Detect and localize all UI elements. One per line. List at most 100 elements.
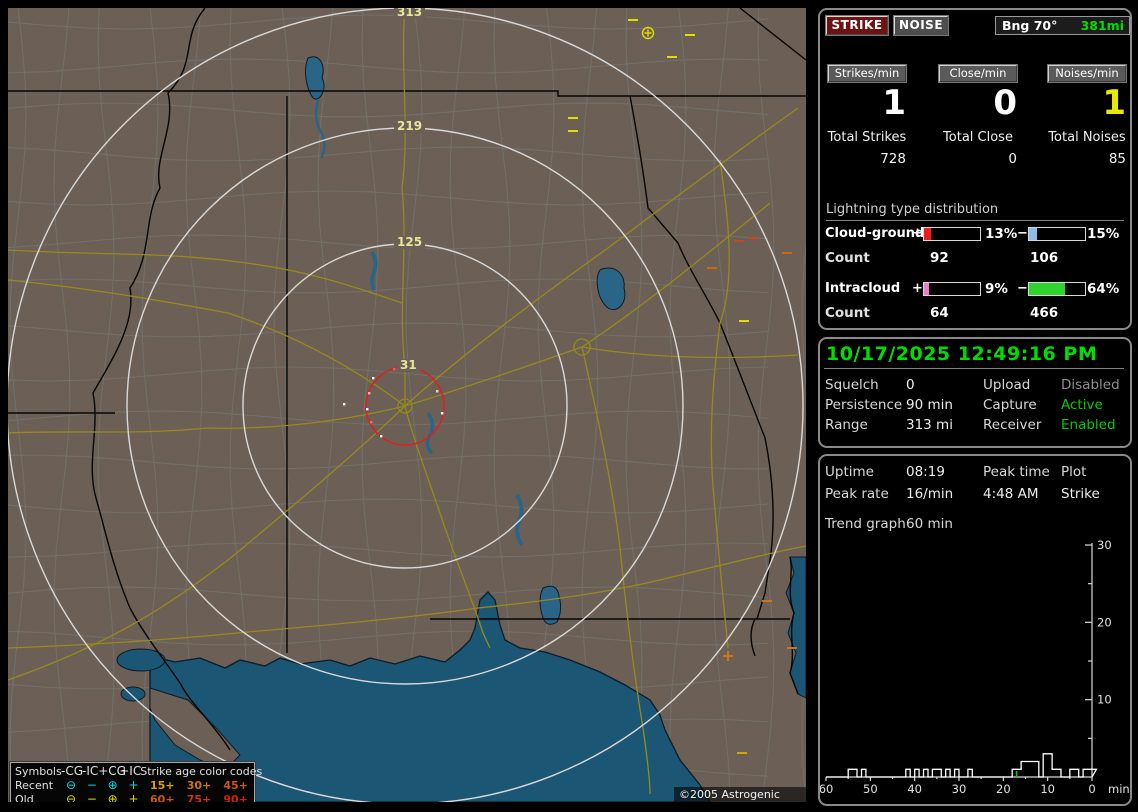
legend-old-row: Old ⊖ − ⊕ + 60+ 75+ 90+ <box>15 793 254 802</box>
neg-ic-percent: 64% <box>1087 281 1119 297</box>
capture-status: Active <box>1061 397 1103 413</box>
receiver-label: Receiver <box>983 417 1041 433</box>
noises-per-min-value: 1 <box>1048 86 1126 120</box>
minus-sign: − <box>1017 226 1028 241</box>
pos-ic-bar <box>923 282 981 296</box>
map-legend: Symbols -CG -IC +CG +IC Strike age color… <box>10 762 255 802</box>
circle-plus-icon: ⊕ <box>102 793 123 802</box>
circle-minus-icon: ⊖ <box>61 779 82 793</box>
strike-stats-panel: STRIKE NOISE Bng 70° 381mi Strikes/min C… <box>818 8 1132 330</box>
neg-ic-count: 466 <box>1030 305 1058 321</box>
ic-count-label: Count <box>825 305 870 321</box>
uptime-value: 08:19 <box>906 464 945 480</box>
lightning-map[interactable]: 313 219 125 31 Symbols -CG -IC +CG +IC S… <box>8 8 806 802</box>
trend-graph-window: 60 min <box>906 516 953 532</box>
app-window: { "header": { "strike_btn": "STRIKE", "n… <box>0 0 1138 812</box>
squelch-label: Squelch <box>825 377 879 393</box>
strikes-per-min-button[interactable]: Strikes/min <box>828 65 906 82</box>
total-close-label: Total Close <box>933 130 1023 145</box>
legend-age-title: Strike age color codes <box>140 765 258 779</box>
legend-header-row: Symbols -CG -IC +CG +IC Strike age color… <box>15 765 254 779</box>
squelch-value: 0 <box>906 377 915 393</box>
pos-cg-percent: 13% <box>985 226 1017 242</box>
peak-rate-label: Peak rate <box>825 486 889 502</box>
age-15: 15+ <box>144 779 181 793</box>
session-panel: Uptime 08:19 Peak time Plot Peak rate 16… <box>818 454 1132 806</box>
minus-icon: − <box>81 779 102 793</box>
legend-old-label: Old <box>15 793 61 802</box>
svg-text:30: 30 <box>952 782 967 796</box>
neg-cg-count: 106 <box>1030 250 1058 266</box>
cg-count-label: Count <box>825 250 870 266</box>
pos-cg-count: 92 <box>930 250 949 266</box>
peak-time-label: Peak time <box>983 464 1050 480</box>
upload-label: Upload <box>983 377 1030 393</box>
bearing-value: Bng 70° <box>1002 17 1057 34</box>
total-strikes-label: Total Strikes <box>822 130 912 145</box>
cloud-ground-label: Cloud-ground <box>825 226 924 241</box>
close-per-min-value: 0 <box>939 86 1017 120</box>
age-45: 45+ <box>217 779 254 793</box>
age-30: 30+ <box>181 779 218 793</box>
distribution-heading: Lightning type distribution <box>826 202 1124 221</box>
pos-ic-percent: 9% <box>985 281 1008 297</box>
legend-col-pos-cg: +CG <box>98 765 119 779</box>
strike-mode-button[interactable]: STRIKE <box>826 16 888 35</box>
plus-sign: + <box>912 281 923 296</box>
svg-text:40: 40 <box>907 782 922 796</box>
peak-rate-value: 16/min <box>906 486 953 502</box>
divider <box>824 368 1124 369</box>
svg-text:50: 50 <box>863 782 878 796</box>
age-90: 90+ <box>217 793 254 802</box>
ring-label-31: 31 <box>397 359 420 372</box>
close-per-min-button[interactable]: Close/min <box>939 65 1017 82</box>
circle-plus-icon: ⊕ <box>102 779 123 793</box>
plot-mode-value: Strike <box>1061 486 1100 502</box>
plot-label: Plot <box>1061 464 1086 480</box>
copyright-attribution: ©2005 Astrogenic Systems <box>674 787 806 802</box>
plus-sign: + <box>912 226 923 241</box>
svg-text:20: 20 <box>996 782 1011 796</box>
range-label: Range <box>825 417 868 433</box>
plus-icon: + <box>123 779 144 793</box>
circle-minus-icon: ⊖ <box>61 793 82 802</box>
svg-text:60: 60 <box>820 782 833 796</box>
pos-ic-count: 64 <box>930 305 949 321</box>
legend-symbols-title: Symbols <box>15 765 61 779</box>
receiver-status: Enabled <box>1061 417 1116 433</box>
neg-cg-bar <box>1028 227 1086 241</box>
total-noises-label: Total Noises <box>1042 130 1132 145</box>
noises-per-min-button[interactable]: Noises/min <box>1048 65 1126 82</box>
upload-status: Disabled <box>1061 377 1120 393</box>
legend-recent-row: Recent ⊖ − ⊕ + 15+ 30+ 45+ <box>15 779 254 793</box>
minus-sign: − <box>1017 281 1028 296</box>
svg-text:10: 10 <box>1040 782 1055 796</box>
datetime-display: 10/17/2025 12:49:16 PM <box>826 343 1097 365</box>
neg-ic-bar <box>1028 282 1086 296</box>
capture-label: Capture <box>983 397 1037 413</box>
plus-icon: + <box>123 793 144 802</box>
intracloud-label: Intracloud <box>825 281 900 296</box>
svg-text:0: 0 <box>1088 782 1095 796</box>
legend-recent-label: Recent <box>15 779 61 793</box>
age-60: 60+ <box>144 793 181 802</box>
noise-mode-button[interactable]: NOISE <box>894 16 948 35</box>
trend-graph-label: Trend graph <box>825 516 906 532</box>
strike-trend-chart: 10 20 30 0 10 20 30 40 50 60 min <box>820 536 1130 802</box>
svg-text:20: 20 <box>1097 615 1112 629</box>
age-75: 75+ <box>181 793 218 802</box>
neg-cg-percent: 15% <box>1087 226 1119 242</box>
ring-label-313: 313 <box>394 8 425 19</box>
svg-text:30: 30 <box>1097 538 1112 552</box>
svg-text:min: min <box>1108 782 1130 796</box>
peak-time-value: 4:48 AM <box>983 486 1039 502</box>
minus-icon: − <box>81 793 102 802</box>
strikes-per-min-value: 1 <box>828 86 906 120</box>
svg-text:10: 10 <box>1097 693 1112 707</box>
total-strikes-value: 728 <box>828 151 906 167</box>
ring-label-219: 219 <box>394 120 425 133</box>
persistence-label: Persistence <box>825 397 902 413</box>
range-setting-value: 313 mi <box>906 417 953 433</box>
total-noises-value: 85 <box>1048 151 1126 167</box>
legend-col-pos-ic: +IC <box>119 765 140 779</box>
